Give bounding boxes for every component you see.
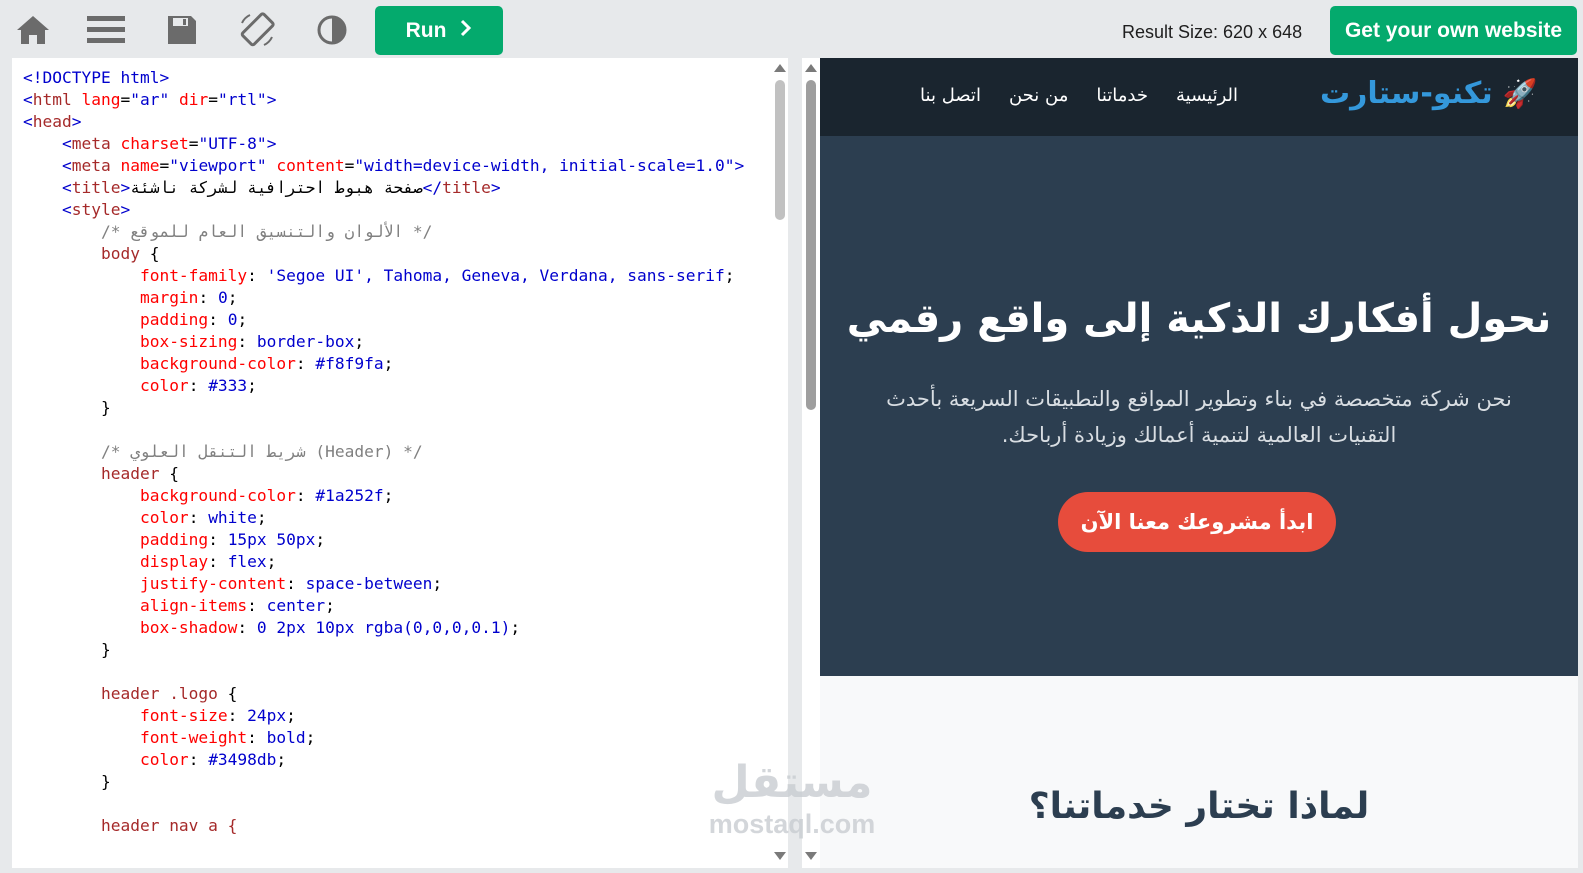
code-property-value: center: [266, 596, 326, 615]
watermark-latin: mostaql.com: [708, 809, 876, 839]
editor-scrollbar[interactable]: [771, 58, 788, 868]
code-property-value: #f8f9fa: [315, 354, 384, 373]
toolbar: Run Result Size: 620 x 648 Get your own …: [0, 0, 1583, 58]
why-us-heading: لماذا تختار خدماتنا؟: [1028, 786, 1370, 827]
hero-section: نحول أفكارك الذكية إلى واقع رقمي نحن شرك…: [820, 136, 1578, 676]
code-property: background-color: [139, 486, 296, 505]
code-property-value: 0: [227, 310, 238, 329]
nav-item-contact[interactable]: اتصل بنا: [920, 85, 981, 106]
code-property: color: [139, 508, 189, 527]
code-selector: header .logo: [100, 684, 218, 703]
code-tag: html: [32, 90, 72, 109]
code-property: font-size: [139, 706, 228, 725]
code-attr: content: [276, 156, 345, 175]
code-doctype: <!DOCTYPE html>: [23, 68, 170, 87]
result-preview[interactable]: 🚀 تكنو-ستارت الرئيسية خدماتنا من نحن اتصل…: [820, 58, 1578, 868]
rocket-icon: 🚀: [1502, 77, 1538, 110]
scroll-down-icon[interactable]: [774, 852, 786, 860]
code-selector: body: [100, 244, 140, 263]
code-property-value: #1a252f: [315, 486, 384, 505]
site-logo[interactable]: 🚀 تكنو-ستارت: [1320, 76, 1538, 111]
code-property: font-weight: [139, 728, 248, 747]
code-property: box-shadow: [139, 618, 238, 637]
code-property: padding: [139, 310, 209, 329]
code-value: "width=device-width, initial-scale=1.0": [354, 156, 735, 175]
result-scroll-thumb[interactable]: [806, 80, 816, 410]
code-attr: charset: [120, 134, 189, 153]
code-value: "rtl": [217, 90, 267, 109]
code-editor[interactable]: <!DOCTYPE html> <html lang="ar" dir="rtl…: [12, 58, 788, 868]
code-property: color: [139, 750, 189, 769]
scroll-up-icon[interactable]: [805, 64, 817, 72]
code-property-value: 15px 50px: [227, 530, 316, 549]
watermark-arabic: مستقل: [711, 757, 873, 808]
code-value: "ar": [130, 90, 170, 109]
code-comment: /* شريط التنقل العلوي (Header) */: [100, 442, 423, 461]
code-property-value: 0: [217, 288, 228, 307]
code-property-value: 0 2px 10px rgba(0,0,0,0.1): [256, 618, 511, 637]
code-attr: name: [120, 156, 160, 175]
preview-nav: الرئيسية خدماتنا من نحن اتصل بنا: [920, 85, 1238, 106]
code-attr: lang: [81, 90, 121, 109]
code-property: box-sizing: [139, 332, 238, 351]
preview-header: 🚀 تكنو-ستارت الرئيسية خدماتنا من نحن اتصل…: [820, 58, 1578, 136]
code-property-value: flex: [227, 552, 267, 571]
code-property-value: space-between: [305, 574, 433, 593]
scroll-down-icon[interactable]: [805, 852, 817, 860]
nav-item-services[interactable]: خدماتنا: [1096, 85, 1148, 106]
code-property: justify-content: [139, 574, 287, 593]
code-property: display: [139, 552, 209, 571]
code-property-value: #333: [208, 376, 248, 395]
code-selector: header: [100, 464, 160, 483]
code-property: font-family: [139, 266, 248, 285]
run-label: Run: [405, 18, 447, 42]
chevron-right-icon: [460, 19, 472, 43]
scroll-up-icon[interactable]: [774, 64, 786, 72]
contrast-icon[interactable]: [312, 10, 352, 50]
hero-title: نحول أفكارك الذكية إلى واقع رقمي: [846, 296, 1552, 342]
mostaql-watermark: مستقل mostaql.com: [692, 758, 892, 850]
get-own-website-button[interactable]: Get your own website: [1330, 6, 1577, 55]
code-property-value: #3498db: [208, 750, 277, 769]
hero-subtitle: نحن شركة متخصصة في بناء وتطوير المواقع و…: [886, 387, 1512, 447]
result-scrollbar[interactable]: [802, 58, 820, 868]
code-comment: /* الألوان والتنسيق العام للموقع */: [100, 222, 433, 241]
logo-text: تكنو-ستارت: [1320, 76, 1493, 111]
code-property: color: [139, 376, 189, 395]
code-tag: head: [32, 112, 72, 131]
code-text: صفحة هبوط احترافية لشركة ناشئة: [130, 178, 423, 197]
code-property: background-color: [139, 354, 296, 373]
code-tag: title: [71, 178, 121, 197]
code-value: "UTF-8": [198, 134, 267, 153]
code-property-value: bold: [266, 728, 306, 747]
code-property-value: 24px: [247, 706, 287, 725]
result-size-label: Result Size: 620 x 648: [1122, 22, 1303, 42]
run-button[interactable]: Run: [375, 6, 503, 55]
code-property: align-items: [139, 596, 248, 615]
menu-icon[interactable]: [86, 10, 126, 50]
home-icon[interactable]: [13, 10, 53, 50]
code-property-value: white: [208, 508, 257, 527]
code-property-value: border-box: [256, 332, 355, 351]
save-icon[interactable]: [162, 10, 202, 50]
nav-item-home[interactable]: الرئيسية: [1176, 85, 1238, 106]
start-project-button[interactable]: ابدأ مشروعك معنا الآن: [1058, 492, 1336, 552]
code-attr: dir: [178, 90, 209, 109]
code-property-value: 'Segoe UI', Tahoma, Geneva, Verdana, san…: [266, 266, 725, 285]
code-content[interactable]: <!DOCTYPE html> <html lang="ar" dir="rtl…: [23, 67, 768, 837]
code-property: margin: [139, 288, 199, 307]
nav-item-about[interactable]: من نحن: [1009, 85, 1068, 106]
code-tag: title: [442, 178, 491, 197]
code-property: padding: [139, 530, 209, 549]
code-tag: meta: [71, 134, 111, 153]
editor-scroll-thumb[interactable]: [775, 80, 785, 220]
rotate-icon[interactable]: [237, 10, 277, 50]
code-tag: style: [71, 200, 121, 219]
code-value: "viewport": [169, 156, 267, 175]
code-tag: meta: [71, 156, 111, 175]
code-selector: header nav a {: [100, 816, 238, 835]
